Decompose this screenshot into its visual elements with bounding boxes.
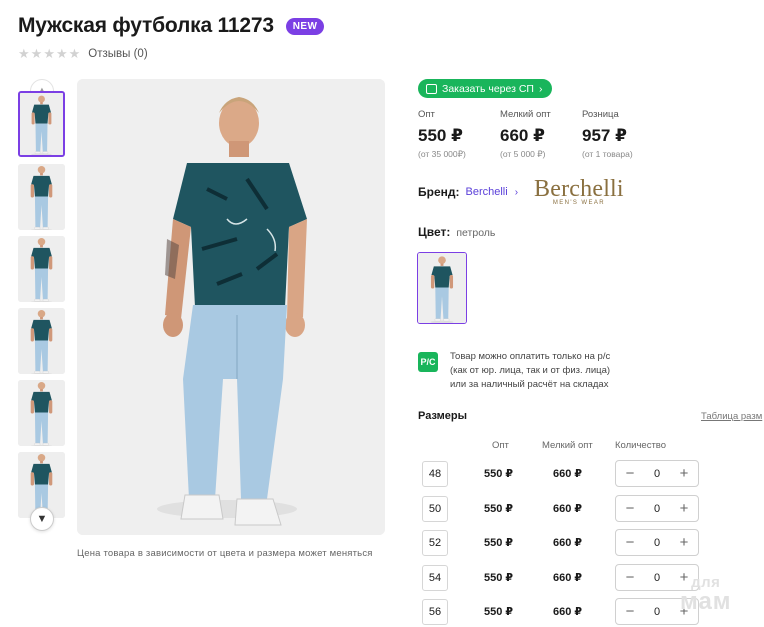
size-row: 48 550 ₽ 660 ₽ − 0 +: [422, 460, 712, 487]
quantity-input[interactable]: 0: [654, 572, 660, 584]
quantity-input[interactable]: 0: [654, 606, 660, 618]
size-table-link[interactable]: Таблица разм: [701, 411, 762, 422]
thumbnail[interactable]: [18, 380, 65, 446]
reviews-link[interactable]: Отзывы (0): [88, 48, 147, 60]
quantity-input[interactable]: 0: [654, 503, 660, 515]
thumbnail[interactable]: [18, 308, 65, 374]
price-tiers: Опт 550 ₽ (от 35 000₽) Мелкий опт 660 ₽ …: [418, 109, 664, 160]
thumbnail[interactable]: [18, 236, 65, 302]
size-label: 50: [422, 496, 448, 522]
quantity-stepper: − 0 +: [615, 495, 699, 522]
size-row: 56 550 ₽ 660 ₽ − 0 +: [422, 598, 712, 625]
thumbnail-gallery: ▲ ▼: [18, 79, 66, 535]
price-tier-value: 550 ₽: [418, 126, 463, 145]
order-button-label: Заказать через СП: [442, 82, 534, 95]
color-label: Цвет:: [418, 225, 451, 239]
bank-transfer-icon: Р/С: [418, 352, 438, 372]
size-price-small-opt: 660 ₽: [553, 503, 583, 515]
column-header-opt: Опт: [492, 440, 509, 451]
size-price-opt: 550 ₽: [484, 572, 514, 584]
price-tier-condition: (от 35 000₽): [418, 149, 466, 159]
thumbnail[interactable]: [18, 164, 65, 230]
model-photo-illustration: [77, 79, 385, 535]
chevron-down-icon[interactable]: ▼: [30, 507, 54, 531]
main-product-photo[interactable]: [77, 79, 385, 535]
plus-button[interactable]: +: [678, 535, 690, 550]
color-swatch-petrol[interactable]: [417, 252, 467, 324]
price-tier-retail: Розница 957 ₽ (от 1 товара): [582, 109, 664, 160]
payment-line: (как от юр. лица, так и от физ. лица): [450, 365, 611, 376]
thumbnail[interactable]: [18, 91, 65, 157]
quantity-input[interactable]: 0: [654, 468, 660, 480]
payment-text: Товар можно оплатить только на р/с (как …: [450, 350, 610, 392]
payment-info: Р/С Товар можно оплатить только на р/с (…: [418, 350, 610, 392]
plus-button[interactable]: +: [678, 466, 690, 481]
color-row: Цвет: петроль: [418, 225, 495, 239]
new-badge: NEW: [285, 17, 325, 35]
price-variation-note: Цена товара в зависимости от цвета и раз…: [77, 548, 373, 559]
size-price-small-opt: 660 ₽: [553, 537, 583, 549]
size-price-opt: 550 ₽: [484, 606, 514, 618]
rating-stars: ★ ★ ★ ★ ★: [18, 47, 80, 60]
sizes-title: Размеры: [418, 410, 468, 422]
quantity-stepper: − 0 +: [615, 529, 699, 556]
cart-icon: [426, 83, 437, 94]
brand-label: Бренд:: [418, 185, 460, 199]
star-icon: ★: [18, 46, 30, 61]
price-tier-small-wholesale: Мелкий опт 660 ₽ (от 5 000 ₽): [500, 109, 582, 160]
minus-button[interactable]: −: [624, 501, 636, 516]
brand-logo-text: Berchelli: [534, 176, 624, 202]
chevron-right-icon: ›: [538, 82, 543, 95]
product-title: Мужская футболка 11273: [18, 14, 274, 37]
size-row: 52 550 ₽ 660 ₽ − 0 +: [422, 529, 712, 556]
star-icon: ★: [30, 46, 43, 61]
site-watermark: для мам: [680, 575, 732, 614]
minus-button[interactable]: −: [624, 604, 636, 619]
column-header-small-opt: Мелкий опт: [542, 440, 593, 451]
minus-button[interactable]: −: [624, 570, 636, 585]
brand-logo[interactable]: Berchelli MEN'S WEAR: [534, 176, 624, 206]
size-row: 50 550 ₽ 660 ₽ − 0 +: [422, 495, 712, 522]
price-tier-label: Мелкий опт: [500, 109, 551, 120]
quantity-stepper: − 0 +: [615, 460, 699, 487]
size-price-opt: 550 ₽: [484, 468, 514, 480]
size-label: 54: [422, 565, 448, 591]
size-price-small-opt: 660 ₽: [553, 468, 583, 480]
brand-link[interactable]: Berchelli: [466, 186, 508, 198]
quantity-input[interactable]: 0: [654, 537, 660, 549]
star-icon: ★: [55, 46, 68, 61]
order-via-sp-button[interactable]: Заказать через СП ›: [418, 79, 553, 98]
size-label: 56: [422, 599, 448, 625]
size-price-small-opt: 660 ₽: [553, 606, 583, 618]
minus-button[interactable]: −: [624, 466, 636, 481]
price-tier-label: Розница: [582, 109, 619, 120]
price-tier-value: 957 ₽: [582, 126, 627, 145]
star-icon: ★: [43, 46, 55, 61]
payment-line: или за наличный расчёт на складах: [450, 379, 609, 390]
price-tier-wholesale: Опт 550 ₽ (от 35 000₽): [418, 109, 500, 160]
minus-button[interactable]: −: [624, 535, 636, 550]
rating-row: ★ ★ ★ ★ ★ Отзывы (0): [18, 47, 148, 60]
plus-button[interactable]: +: [678, 501, 690, 516]
color-value: петроль: [456, 227, 496, 239]
size-price-opt: 550 ₽: [484, 503, 514, 515]
star-icon: ★: [68, 46, 81, 61]
price-tier-value: 660 ₽: [500, 126, 545, 145]
column-header-quantity: Количество: [615, 440, 667, 451]
size-row: 54 550 ₽ 660 ₽ − 0 +: [422, 564, 712, 591]
brand-row: Бренд: Berchelli › Berchelli MEN'S WEAR: [418, 176, 624, 206]
size-label: 48: [422, 461, 448, 487]
price-tier-condition: (от 1 товара): [582, 149, 633, 159]
payment-line: Товар можно оплатить только на р/с: [450, 351, 611, 362]
watermark-bottom: мам: [680, 588, 732, 615]
price-tier-label: Опт: [418, 109, 435, 120]
chevron-right-icon: ›: [514, 186, 519, 198]
price-tier-condition: (от 5 000 ₽): [500, 149, 546, 159]
size-label: 52: [422, 530, 448, 556]
size-price-small-opt: 660 ₽: [553, 572, 583, 584]
size-price-opt: 550 ₽: [484, 537, 514, 549]
title-row: Мужская футболка 11273 NEW: [18, 14, 325, 38]
